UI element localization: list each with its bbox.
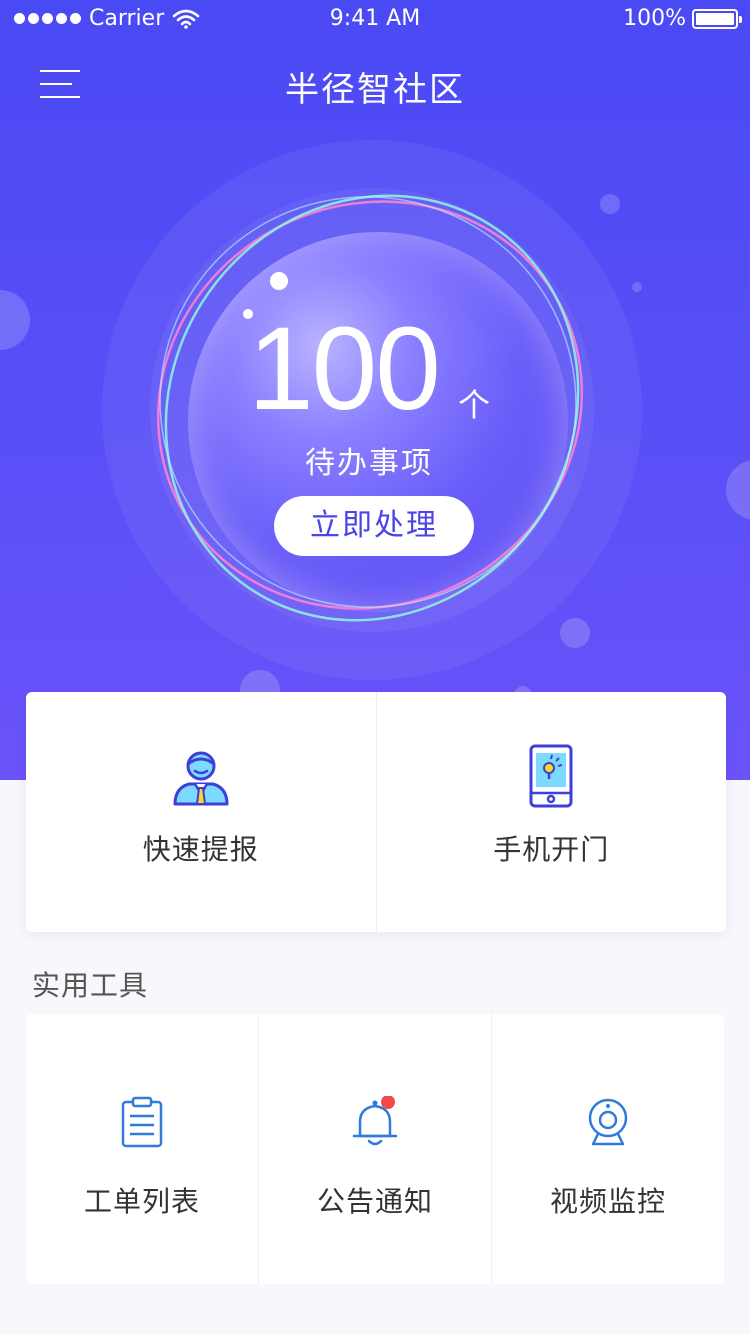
video-monitor-label: 视频监控 xyxy=(549,1185,666,1218)
quick-actions-card: 快速提报 手机开门 xyxy=(26,692,726,932)
phone-door-icon xyxy=(529,744,573,808)
work-order-list-button[interactable]: 工单列表 xyxy=(26,1014,258,1284)
battery-percent: 100% xyxy=(623,6,686,31)
hero-banner: 100 个 待办事项 立即处理 xyxy=(0,0,750,780)
bell-notification-icon xyxy=(352,1096,398,1146)
video-monitor-button[interactable]: 视频监控 xyxy=(491,1014,724,1284)
status-bar: Carrier 9:41 AM 100% xyxy=(0,0,750,40)
tools-section-title: 实用工具 xyxy=(32,969,149,1002)
clipboard-list-icon xyxy=(121,1096,163,1148)
phone-open-door-button[interactable]: 手机开门 xyxy=(375,692,727,932)
announcement-button[interactable]: 公告通知 xyxy=(258,1014,491,1284)
notification-badge xyxy=(381,1096,395,1109)
process-now-button[interactable]: 立即处理 xyxy=(274,496,474,556)
quick-report-label: 快速提报 xyxy=(142,833,259,866)
staff-person-icon xyxy=(173,751,229,806)
work-order-list-label: 工单列表 xyxy=(83,1185,200,1218)
todo-count: 100 xyxy=(248,303,441,435)
page-title: 半径智社区 xyxy=(285,70,465,110)
todo-unit: 个 xyxy=(458,386,491,424)
announcement-label: 公告通知 xyxy=(316,1185,433,1218)
phone-open-door-label: 手机开门 xyxy=(493,833,610,866)
tools-card: 工单列表 公告通知 视频监控 xyxy=(26,1014,724,1284)
battery-icon xyxy=(692,8,742,29)
todo-label: 待办事项 xyxy=(305,446,433,481)
webcam-icon xyxy=(588,1098,628,1146)
quick-report-button[interactable]: 快速提报 xyxy=(26,692,376,932)
